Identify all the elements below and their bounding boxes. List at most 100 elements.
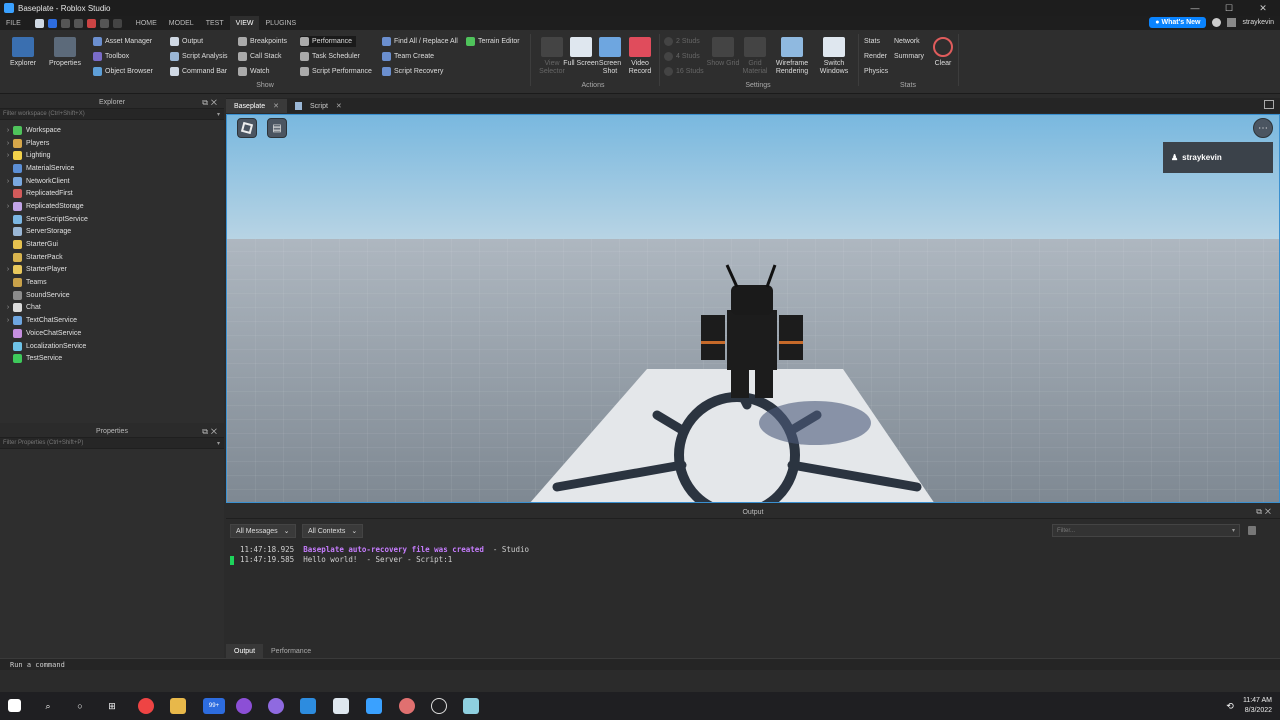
explorer-item[interactable]: › Players [0,137,224,150]
script-recovery-button[interactable]: Script Recovery [382,66,443,77]
3d-viewport[interactable]: ▤ ⋯ ♟ straykevin [226,114,1280,503]
explorer-item[interactable]: SoundService [0,289,224,302]
explorer-item[interactable]: › StarterPlayer [0,264,224,277]
windows-start-icon[interactable] [8,699,21,712]
file-explorer-icon[interactable] [170,698,186,714]
properties-filter-input[interactable]: Filter Properties (Ctrl+Shift+P) ▾ [0,438,224,449]
script-analysis-button[interactable]: Script Analysis [170,51,228,62]
close-icon[interactable]: ✕ [273,102,279,110]
maximize-button[interactable]: ☐ [1212,0,1246,16]
chevron-down-icon[interactable]: ▾ [217,440,220,447]
explorer-item[interactable]: › NetworkClient [0,175,224,188]
command-bar-input[interactable]: Run a command [0,658,1280,670]
switch-windows-button[interactable]: Switch Windows [814,32,854,76]
player-list[interactable]: ♟ straykevin [1163,142,1273,173]
explorer-item[interactable]: MaterialService [0,162,224,175]
call-stack-button[interactable]: Call Stack [238,51,282,62]
explorer-item[interactable]: › TextChatService [0,314,224,327]
explorer-item[interactable]: VoiceChatService [0,327,224,340]
script-performance-button[interactable]: Script Performance [300,66,372,77]
toolbox-button[interactable]: Toolbox [93,51,129,62]
username-label[interactable]: straykevin [1242,19,1274,26]
vscode-icon[interactable] [300,698,316,714]
network-button[interactable]: Network [894,36,920,47]
tab-script[interactable]: Script ✕ [287,99,350,113]
contexts-filter-dropdown[interactable]: All Contexts ⌄ [302,524,364,538]
chevron-right-icon[interactable]: › [3,140,13,147]
play-icon[interactable] [73,18,83,28]
chevron-right-icon[interactable]: › [3,127,13,134]
performance-button[interactable]: Performance [300,36,357,47]
studs-2-option[interactable]: 2 Studs [664,36,700,47]
app-icon[interactable] [399,698,415,714]
github-icon[interactable] [236,698,252,714]
output-filter-input[interactable]: Filter... ▾ [1052,524,1240,537]
more-options-button[interactable]: ⋯ [1253,118,1273,138]
stats-button[interactable]: Stats [864,36,880,47]
tab-plugins[interactable]: PLUGINS [259,16,302,30]
grid-material-button[interactable]: Grid Material [735,32,775,76]
network-icon[interactable]: ⟲ [1222,698,1238,714]
chrome-icon[interactable] [138,698,154,714]
chevron-right-icon[interactable]: › [3,203,13,210]
properties-button[interactable]: Properties [45,32,85,76]
stop-icon[interactable] [86,18,96,28]
breakpoints-button[interactable]: Breakpoints [238,36,287,47]
team-create-button[interactable]: Team Create [382,51,434,62]
undo-icon[interactable] [99,18,109,28]
taskbar-clock[interactable]: 11:47 AM 8/3/2022 [1243,696,1272,716]
close-icon[interactable]: ✕ [336,102,342,110]
explorer-item[interactable]: StarterGui [0,238,224,251]
restore-icon[interactable] [1264,100,1274,109]
help-icon[interactable] [1212,18,1222,27]
clear-stats-button[interactable]: Clear [923,32,963,76]
app-icon[interactable] [463,698,479,714]
explorer-item[interactable]: › Workspace [0,124,224,137]
watch-button[interactable]: Watch [238,66,270,77]
close-button[interactable]: ✕ [1246,0,1280,16]
discord-icon[interactable] [268,698,284,714]
chevron-right-icon[interactable]: › [3,152,13,159]
whats-new-button[interactable]: ● What's New [1149,17,1207,28]
panel-controls[interactable]: ⧉✕ [202,98,220,108]
chevron-down-icon[interactable]: ▾ [1232,527,1235,534]
studs-4-option[interactable]: 4 Studs [664,51,700,62]
tab-file[interactable]: FILE [0,16,27,30]
redo-icon[interactable] [112,18,122,28]
panel-controls[interactable]: ⧉✕ [202,427,220,437]
trash-icon[interactable] [1248,526,1256,535]
share-icon[interactable] [1227,18,1237,27]
save-icon[interactable] [60,18,70,28]
explorer-item[interactable]: ReplicatedFirst [0,187,224,200]
explorer-item[interactable]: StarterPack [0,251,224,264]
explorer-button[interactable]: Explorer [3,32,43,76]
studs-16-option[interactable]: 16 Studs [664,66,704,77]
tab-baseplate[interactable]: Baseplate ✕ [226,99,288,113]
panel-controls[interactable]: ⧉✕ [1256,507,1274,517]
search-icon[interactable]: ⌕ [40,698,56,714]
task-scheduler-button[interactable]: Task Scheduler [300,51,360,62]
tab-test[interactable]: TEST [200,16,230,30]
explorer-item[interactable]: ServerStorage [0,226,224,239]
explorer-item[interactable]: › ReplicatedStorage [0,200,224,213]
roblox-menu-button[interactable] [237,118,257,138]
command-bar-button[interactable]: Command Bar [170,66,227,77]
render-button[interactable]: Render [864,51,887,62]
chevron-right-icon[interactable]: › [3,266,13,273]
chat-toggle-button[interactable]: ▤ [267,118,287,138]
explorer-item[interactable]: TestService [0,352,224,365]
asset-manager-button[interactable]: Asset Manager [93,36,152,47]
physics-button[interactable]: Physics [864,66,888,77]
chevron-right-icon[interactable]: › [3,178,13,185]
tab-view[interactable]: VIEW [229,16,260,30]
object-browser-button[interactable]: Object Browser [93,66,153,77]
app-icon[interactable] [431,698,447,714]
chevron-right-icon[interactable]: › [3,317,13,324]
explorer-item[interactable]: › Chat [0,302,224,315]
explorer-item[interactable]: Teams [0,276,224,289]
open-folder-icon[interactable] [47,18,57,28]
tab-model[interactable]: MODEL [163,16,200,30]
messages-filter-dropdown[interactable]: All Messages ⌄ [230,524,296,538]
tab-output[interactable]: Output [226,644,264,658]
explorer-item[interactable]: LocalizationService [0,340,224,353]
